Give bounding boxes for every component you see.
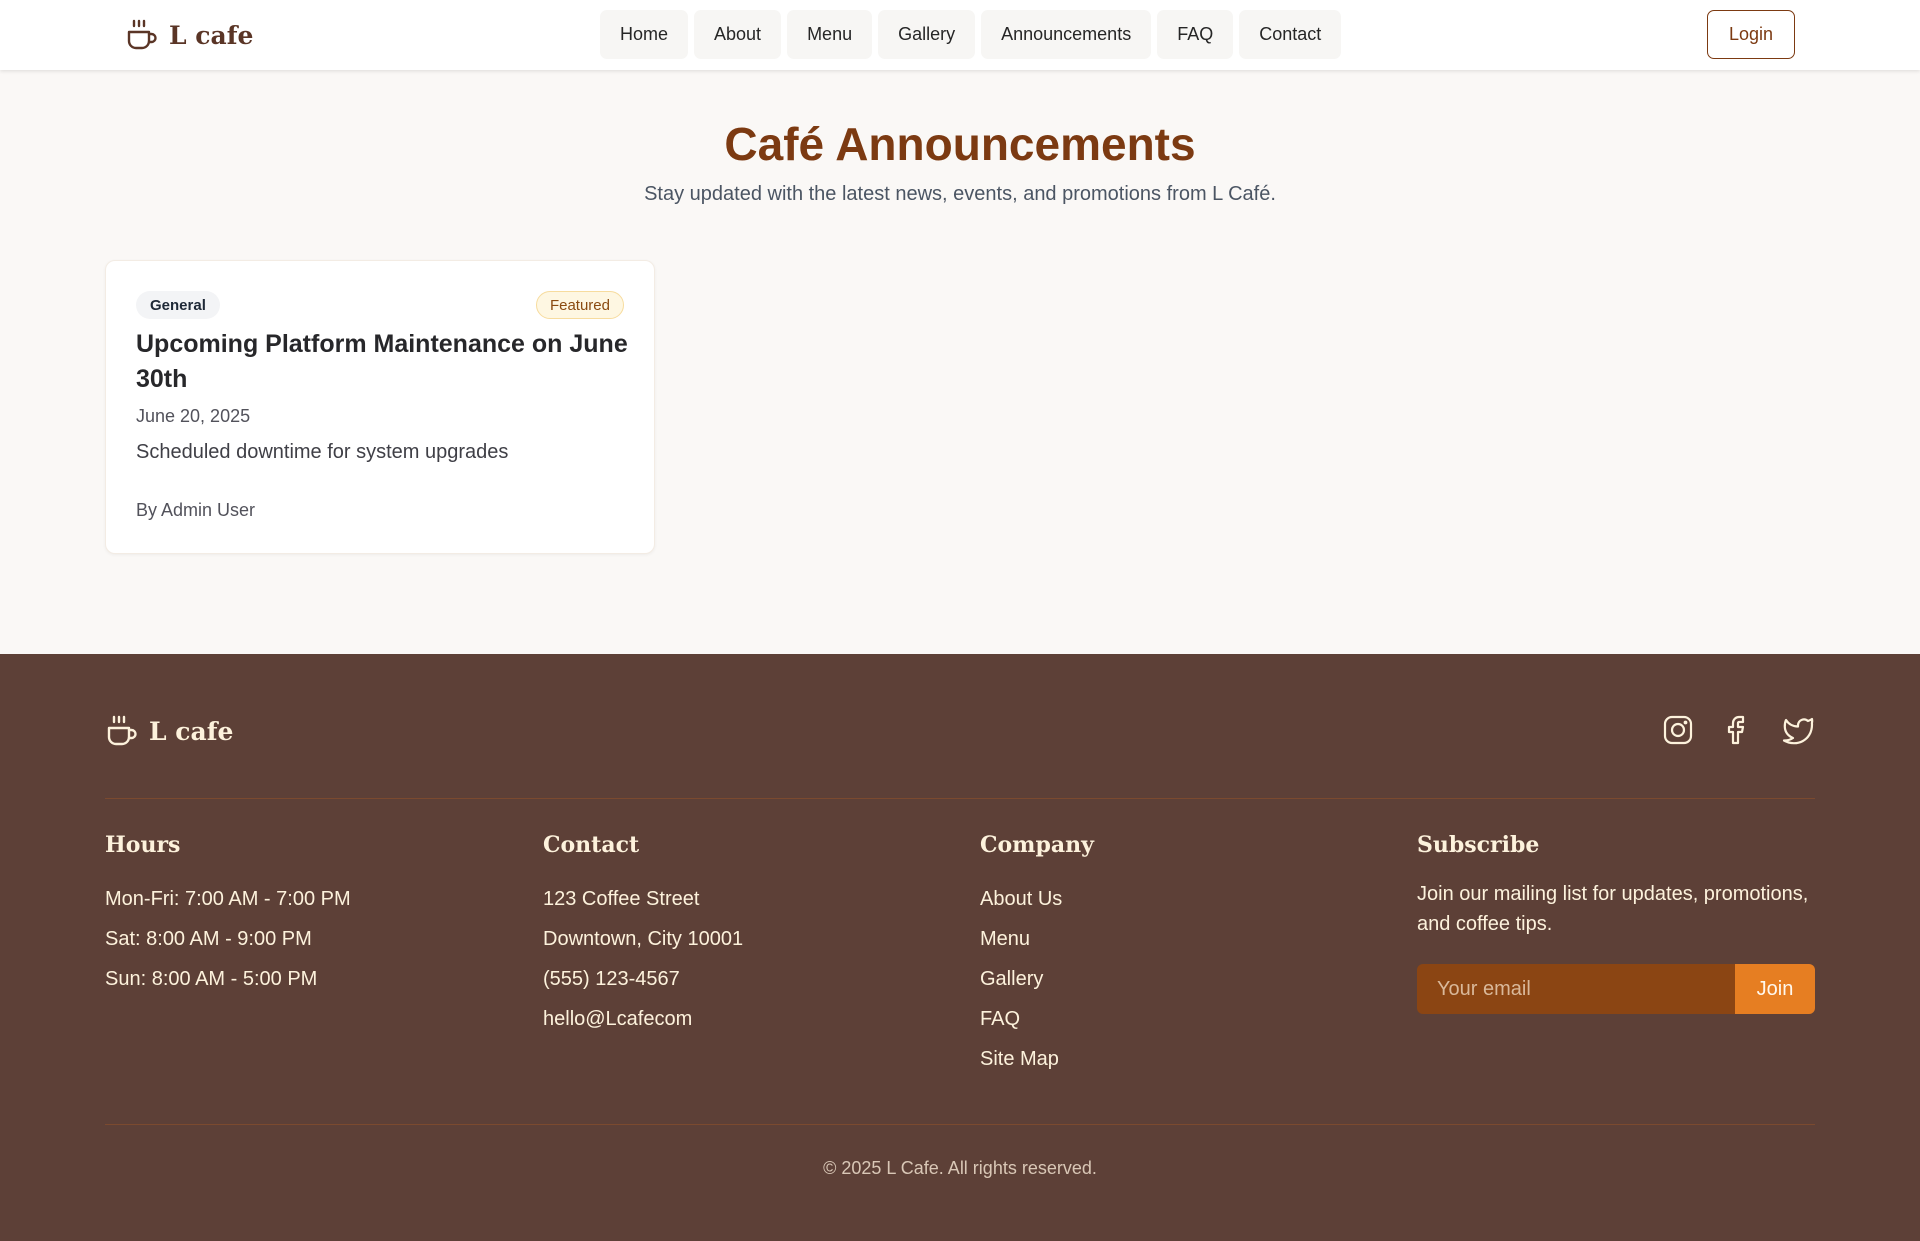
nav-gallery[interactable]: Gallery xyxy=(878,10,976,59)
facebook-icon[interactable] xyxy=(1722,714,1754,746)
footer-bottom-divider xyxy=(105,1124,1815,1125)
nav-home[interactable]: Home xyxy=(600,10,689,59)
email-field[interactable] xyxy=(1417,964,1735,1014)
footer-link-menu[interactable]: Menu xyxy=(980,919,1380,959)
contact-title: Contact xyxy=(543,832,640,858)
contact-email[interactable]: hello@Lcafecom xyxy=(543,999,943,1039)
nav-menu[interactable]: Menu xyxy=(787,10,873,59)
hours-title: Hours xyxy=(105,832,181,858)
nav-announcements[interactable]: Announcements xyxy=(981,10,1152,59)
site-header: L cafe Home About Menu Gallery Announcem… xyxy=(0,0,1920,70)
footer-divider xyxy=(105,798,1815,799)
coffee-cup-icon xyxy=(107,715,137,746)
featured-badge: Featured xyxy=(535,291,624,319)
hours-saturday: Sat: 8:00 AM - 9:00 PM xyxy=(105,928,312,950)
twitter-icon[interactable] xyxy=(1782,714,1814,746)
company-title: Company xyxy=(980,832,1094,858)
footer-brand-logo[interactable]: L cafe xyxy=(105,713,233,749)
footer-link-gallery[interactable]: Gallery xyxy=(980,959,1380,999)
contact-city: Downtown, City 10001 xyxy=(543,928,744,950)
subscribe-title: Subscribe xyxy=(1417,832,1540,858)
contact-phone[interactable]: (555) 123-4567 xyxy=(543,959,943,999)
footer-contact: Contact 123 Coffee Street Downtown, City… xyxy=(543,832,943,1039)
page-title: Café Announcements xyxy=(724,118,1196,170)
footer-hours: Hours Mon-Fri: 7:00 AM - 7:00 PM Sat: 8:… xyxy=(105,832,505,999)
footer-company: Company About Us Menu Gallery FAQ Site M… xyxy=(980,832,1380,1079)
announcement-card[interactable]: General Featured Upcoming Platform Maint… xyxy=(105,260,655,554)
nav-faq[interactable]: FAQ xyxy=(1157,10,1234,59)
contact-street: 123 Coffee Street xyxy=(543,888,700,910)
subscribe-text: Join our mailing list for updates, promo… xyxy=(1417,883,1809,935)
nav-contact[interactable]: Contact xyxy=(1239,10,1342,59)
announcement-date: June 20, 2025 xyxy=(136,406,251,426)
footer-link-about-us[interactable]: About Us xyxy=(980,879,1380,919)
category-badge: General xyxy=(136,291,220,319)
join-button[interactable]: Join xyxy=(1735,964,1815,1014)
announcement-title[interactable]: Upcoming Platform Maintenance on June 30… xyxy=(136,327,631,397)
coffee-cup-icon xyxy=(127,19,157,50)
announcement-excerpt: Scheduled downtime for system upgrades xyxy=(136,441,509,463)
copyright-text: © 2025 L Cafe. All rights reserved. xyxy=(823,1158,1097,1178)
footer-subscribe: Subscribe Join our mailing list for upda… xyxy=(1417,832,1817,939)
site-footer: L cafe Hours Mon-Fri: 7:00 AM - 7:00 PM … xyxy=(0,654,1920,1241)
brand-name: L cafe xyxy=(169,20,254,50)
instagram-icon[interactable] xyxy=(1662,714,1694,746)
login-button[interactable]: Login xyxy=(1707,10,1795,59)
main-nav: Home About Menu Gallery Announcements FA… xyxy=(600,10,1342,59)
hours-weekdays: Mon-Fri: 7:00 AM - 7:00 PM xyxy=(105,888,351,910)
nav-about[interactable]: About xyxy=(694,10,782,59)
social-links xyxy=(1662,714,1814,748)
brand-logo[interactable]: L cafe xyxy=(125,16,253,54)
footer-brand-name: L cafe xyxy=(149,716,234,746)
page-subtitle: Stay updated with the latest news, event… xyxy=(644,183,1276,205)
footer-link-site-map[interactable]: Site Map xyxy=(980,1039,1380,1079)
footer-link-faq[interactable]: FAQ xyxy=(980,999,1380,1039)
hours-sunday: Sun: 8:00 AM - 5:00 PM xyxy=(105,968,318,990)
announcement-author: By Admin User xyxy=(136,500,256,520)
